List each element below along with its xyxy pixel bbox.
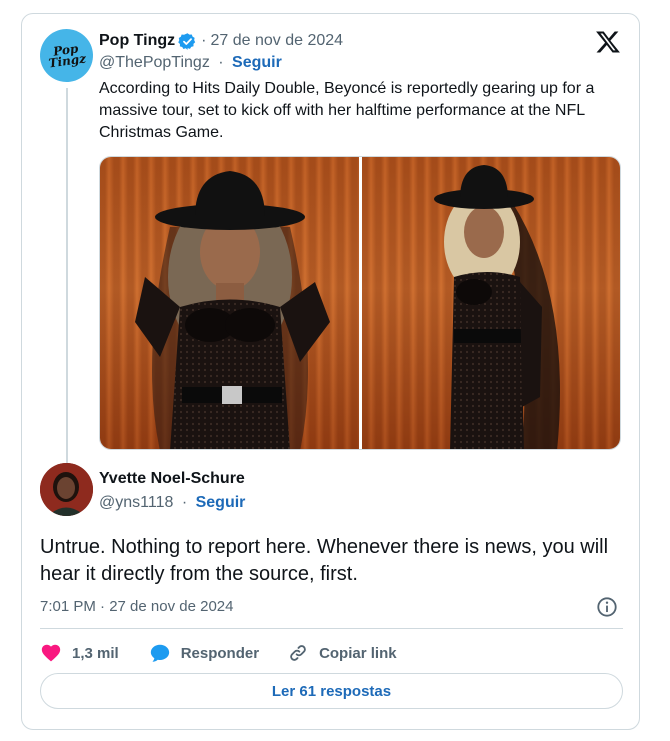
x-logo-icon[interactable] [595, 29, 621, 55]
reply-timestamp[interactable]: 7:01 PM · 27 de nov de 2024 [40, 598, 233, 615]
reply-button[interactable]: Responder [149, 642, 259, 664]
read-replies-button[interactable]: Ler 61 respostas [40, 673, 623, 709]
handle-separator: · [218, 54, 224, 71]
media-photo-1[interactable] [100, 157, 359, 449]
follow-yvette-button[interactable]: Seguir [196, 494, 246, 511]
parent-handle-row: @ThePopTingz · Seguir [99, 54, 282, 72]
copy-link-button[interactable]: Copiar link [287, 642, 397, 664]
tweet-media-grid[interactable] [99, 156, 621, 450]
photo-2-figure [433, 165, 560, 449]
copy-link-label: Copiar link [319, 644, 397, 662]
reply-handle-row: @yns1118 · Seguir [99, 494, 245, 512]
embedded-tweet-card: Pop Tingz Pop Tingz · 27 de nov de 2024 … [21, 13, 640, 730]
heart-icon [41, 644, 61, 662]
parent-tweet-date[interactable]: 27 de nov de 2024 [210, 32, 343, 50]
yvette-avatar[interactable] [40, 463, 93, 516]
like-count: 1,3 mil [72, 644, 119, 662]
link-icon [290, 645, 306, 661]
follow-pop-tingz-button[interactable]: Seguir [232, 54, 282, 71]
thread-connector-line [66, 88, 68, 468]
pop-tingz-avatar[interactable]: Pop Tingz [36, 25, 97, 86]
reply-author-name[interactable]: Yvette Noel-Schure [99, 470, 245, 488]
parent-tweet-text: According to Hits Daily Double, Beyoncé … [99, 80, 595, 141]
actions-divider [40, 628, 623, 629]
read-replies-label: Ler 61 respostas [271, 682, 392, 700]
parent-author-handle[interactable]: @ThePopTingz [99, 54, 210, 71]
yvette-avatar-image [40, 463, 93, 516]
tweet-actions-bar: 1,3 mil Responder Copiar link [40, 641, 397, 665]
reply-handle-separator: · [181, 494, 188, 511]
media-photo-2[interactable] [361, 157, 620, 449]
verified-badge-icon [178, 32, 196, 50]
photo-1-figure [135, 171, 330, 449]
chat-bubble-icon [150, 644, 169, 662]
reply-tweet-text: Untrue. Nothing to report here. Whenever… [40, 536, 609, 585]
like-button[interactable]: 1,3 mil [40, 642, 119, 664]
reply-label: Responder [180, 644, 260, 662]
parent-tweet-header: Pop Tingz · 27 de nov de 2024 [99, 30, 343, 52]
avatar-logo-text: Pop Tingz [47, 40, 87, 70]
info-icon[interactable] [596, 596, 618, 618]
parent-author-name[interactable]: Pop Tingz [99, 32, 175, 50]
header-separator: · [201, 32, 207, 49]
reply-author-handle[interactable]: @yns1118 [99, 494, 173, 511]
